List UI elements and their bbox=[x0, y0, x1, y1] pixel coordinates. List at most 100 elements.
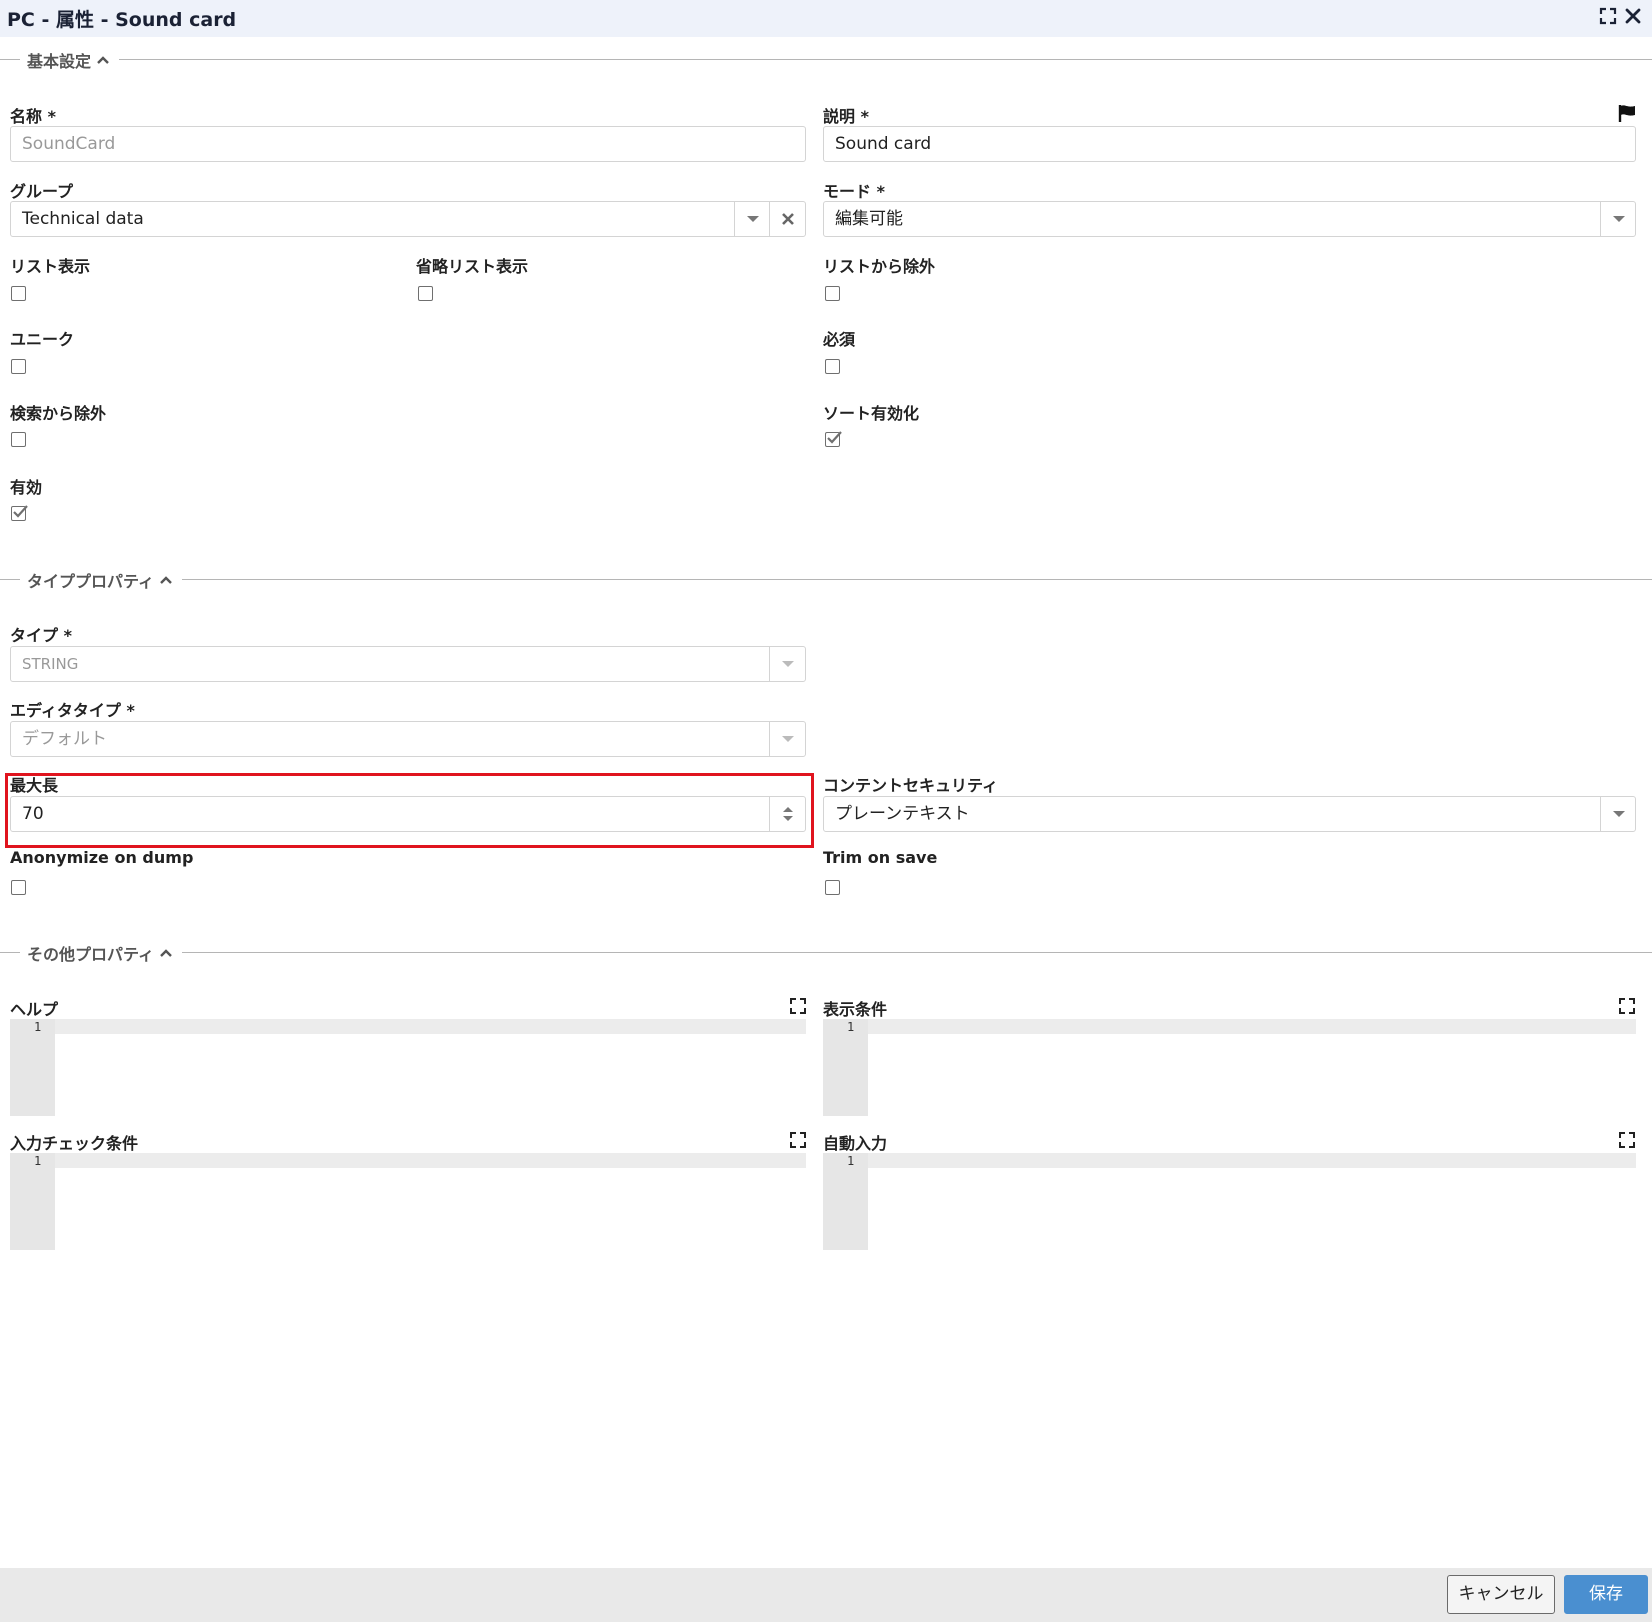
required-label: 必須 bbox=[823, 330, 856, 349]
content-security-value: プレーンテキスト bbox=[835, 804, 970, 824]
type-dropdown-button[interactable] bbox=[769, 647, 804, 681]
group-select[interactable]: Technical data bbox=[10, 201, 806, 237]
max-length-stepper[interactable]: 70 bbox=[10, 796, 806, 832]
divider bbox=[182, 952, 1652, 953]
active-line bbox=[55, 1153, 806, 1168]
trim-checkbox[interactable] bbox=[825, 880, 840, 895]
group-value: Technical data bbox=[22, 209, 144, 229]
divider bbox=[0, 579, 20, 580]
editor-type-select[interactable]: デフォルト bbox=[10, 721, 806, 757]
mode-value: 編集可能 bbox=[835, 209, 903, 229]
section-other-title: その他プロパティ bbox=[27, 945, 155, 964]
sort-enabled-label: ソート有効化 bbox=[823, 404, 920, 423]
editor-type-value: デフォルト bbox=[22, 729, 107, 749]
exclude-list-checkbox[interactable] bbox=[825, 286, 840, 301]
description-label: 説明 * bbox=[823, 107, 869, 126]
caret-down-icon bbox=[782, 661, 794, 667]
section-type-title: タイププロパティ bbox=[27, 572, 155, 591]
sort-enabled-checkbox[interactable] bbox=[825, 431, 842, 447]
expand-icon[interactable] bbox=[789, 997, 807, 1015]
dialog-title: PC - 属性 - Sound card bbox=[7, 9, 237, 31]
exclude-search-checkbox[interactable] bbox=[11, 432, 26, 447]
caret-down-icon bbox=[782, 736, 794, 742]
description-field[interactable]: Sound card bbox=[823, 126, 1636, 162]
display-condition-code-editor[interactable]: 1 bbox=[823, 1019, 1636, 1116]
line-number: 1 bbox=[847, 1154, 855, 1168]
max-length-value: 70 bbox=[22, 804, 44, 824]
divider bbox=[182, 579, 1652, 580]
anonymize-checkbox[interactable] bbox=[11, 880, 26, 895]
trim-label: Trim on save bbox=[823, 848, 938, 867]
maximize-icon[interactable] bbox=[1598, 6, 1618, 26]
clear-icon bbox=[782, 213, 794, 225]
save-button[interactable]: 保存 bbox=[1564, 1575, 1648, 1614]
editor-type-label: エディタタイプ * bbox=[10, 701, 135, 720]
dialog-titlebar: PC - 属性 - Sound card bbox=[0, 0, 1652, 37]
unique-checkbox[interactable] bbox=[11, 359, 26, 374]
content-security-dropdown-button[interactable] bbox=[1600, 797, 1635, 831]
group-label: グループ bbox=[10, 182, 74, 201]
unique-label: ユニーク bbox=[10, 330, 75, 349]
section-basic-header[interactable]: 基本設定 bbox=[0, 48, 1652, 71]
group-dropdown-button[interactable] bbox=[734, 202, 769, 236]
line-number: 1 bbox=[34, 1020, 42, 1034]
type-value: STRING bbox=[22, 655, 79, 673]
expand-icon[interactable] bbox=[1618, 1131, 1636, 1149]
divider bbox=[0, 952, 20, 953]
caret-down-icon bbox=[747, 216, 759, 222]
description-value: Sound card bbox=[835, 134, 932, 154]
anonymize-label: Anonymize on dump bbox=[10, 848, 194, 867]
exclude-list-label: リストから除外 bbox=[823, 257, 936, 276]
caret-down-icon bbox=[1613, 216, 1625, 222]
name-label: 名称 * bbox=[10, 107, 56, 126]
short-list-label: 省略リスト表示 bbox=[416, 257, 529, 276]
section-other-header[interactable]: その他プロパティ bbox=[0, 941, 1652, 964]
chevron-up-icon[interactable] bbox=[159, 945, 173, 959]
type-label: タイプ * bbox=[10, 626, 72, 645]
stepper-buttons[interactable] bbox=[769, 797, 804, 831]
line-gutter bbox=[823, 1153, 868, 1250]
name-field[interactable]: SoundCard bbox=[10, 126, 806, 162]
enabled-checkbox[interactable] bbox=[11, 505, 28, 521]
editor-type-dropdown-button[interactable] bbox=[769, 722, 804, 756]
line-gutter bbox=[10, 1019, 55, 1116]
type-select[interactable]: STRING bbox=[10, 646, 806, 682]
section-type-header[interactable]: タイププロパティ bbox=[0, 568, 1652, 591]
mode-select[interactable]: 編集可能 bbox=[823, 201, 1636, 237]
chevron-up-icon[interactable] bbox=[96, 52, 110, 66]
caret-down-icon bbox=[1613, 811, 1625, 817]
auto-input-code-editor[interactable]: 1 bbox=[823, 1153, 1636, 1250]
dialog-footer: キャンセル 保存 bbox=[0, 1568, 1652, 1622]
content-security-label: コンテントセキュリティ bbox=[823, 776, 999, 795]
chevron-up-icon[interactable] bbox=[159, 572, 173, 586]
group-clear-button[interactable] bbox=[769, 202, 804, 236]
input-check-code-editor[interactable]: 1 bbox=[10, 1153, 806, 1250]
divider bbox=[119, 59, 1652, 60]
active-line bbox=[55, 1019, 806, 1034]
cancel-button[interactable]: キャンセル bbox=[1447, 1575, 1555, 1614]
mode-label: モード * bbox=[823, 182, 885, 201]
mode-dropdown-button[interactable] bbox=[1600, 202, 1635, 236]
close-icon[interactable] bbox=[1623, 6, 1643, 26]
name-value: SoundCard bbox=[22, 134, 116, 154]
divider bbox=[0, 59, 20, 60]
expand-icon[interactable] bbox=[789, 1131, 807, 1149]
spin-arrows-icon bbox=[783, 807, 793, 821]
auto-input-label: 自動入力 bbox=[823, 1134, 888, 1153]
list-display-checkbox[interactable] bbox=[11, 286, 26, 301]
help-label: ヘルプ bbox=[10, 1000, 59, 1019]
help-code-editor[interactable]: 1 bbox=[10, 1019, 806, 1116]
section-basic-title: 基本設定 bbox=[27, 52, 92, 71]
line-number: 1 bbox=[847, 1020, 855, 1034]
list-display-label: リスト表示 bbox=[10, 257, 91, 276]
checkmark-icon bbox=[827, 431, 842, 444]
line-gutter bbox=[10, 1153, 55, 1250]
short-list-checkbox[interactable] bbox=[418, 286, 433, 301]
content-security-select[interactable]: プレーンテキスト bbox=[823, 796, 1636, 832]
expand-icon[interactable] bbox=[1618, 997, 1636, 1015]
required-checkbox[interactable] bbox=[825, 359, 840, 374]
line-number: 1 bbox=[34, 1154, 42, 1168]
active-line bbox=[868, 1019, 1636, 1034]
flag-icon[interactable] bbox=[1617, 103, 1637, 123]
exclude-search-label: 検索から除外 bbox=[10, 404, 107, 423]
